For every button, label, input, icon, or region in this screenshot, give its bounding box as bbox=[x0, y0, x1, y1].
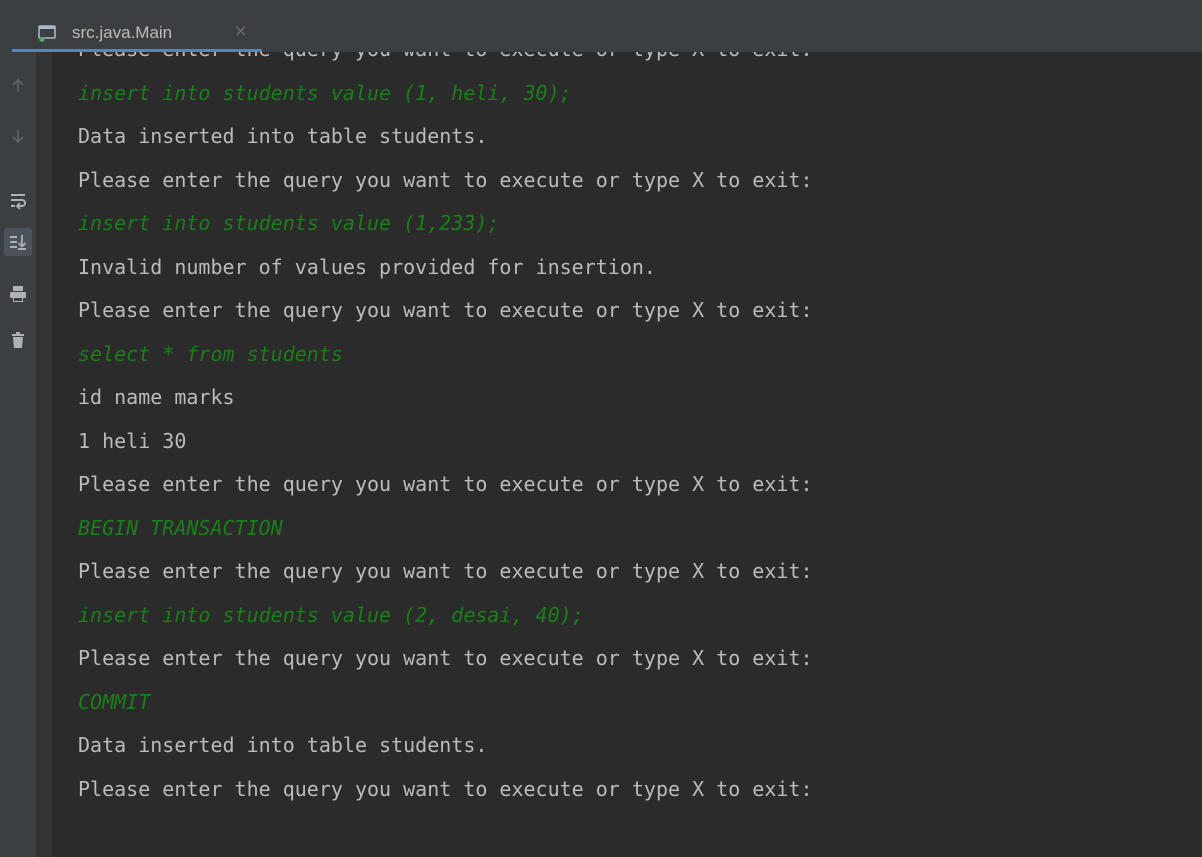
console-output-line: id name marks bbox=[78, 385, 235, 409]
tab-run-main[interactable]: src.java.Main × bbox=[12, 14, 262, 52]
scroll-to-end-icon[interactable] bbox=[4, 228, 32, 256]
console-output-line: Please enter the query you want to execu… bbox=[78, 559, 813, 583]
console-input-line: BEGIN TRANSACTION bbox=[78, 515, 283, 540]
console-input-line: select * from students bbox=[78, 341, 343, 366]
console-output-line: Invalid number of values provided for in… bbox=[78, 254, 656, 279]
trash-icon[interactable] bbox=[4, 326, 32, 354]
console-input-line: insert into students value (2, desai, 40… bbox=[78, 602, 584, 627]
down-arrow-icon[interactable] bbox=[4, 122, 32, 150]
console-output-line: Please enter the query you want to execu… bbox=[78, 776, 813, 801]
console-input-line: COMMIT bbox=[78, 689, 151, 714]
run-console-window: src.java.Main × insert into students val… bbox=[0, 0, 1202, 857]
tab-title: src.java.Main bbox=[72, 23, 173, 42]
console-output-line: 1 heli 30 bbox=[78, 428, 187, 453]
console-output-line: Please enter the query you want to execu… bbox=[78, 52, 813, 61]
tab-bar: src.java.Main × bbox=[0, 0, 1202, 52]
console-output[interactable]: Please enter the query you want to execu… bbox=[52, 52, 1202, 857]
print-icon[interactable] bbox=[4, 280, 32, 308]
soft-wrap-icon[interactable] bbox=[4, 186, 32, 214]
console-output-line: Please enter the query you want to execu… bbox=[78, 298, 813, 322]
console-output-line: Data inserted into table students. bbox=[78, 124, 488, 148]
console-output-line: Data inserted into table students. bbox=[78, 733, 488, 757]
console-input-line: insert into students value (1, heli, 30)… bbox=[78, 80, 572, 105]
console-output-line: Please enter the query you want to execu… bbox=[78, 472, 813, 496]
up-arrow-icon[interactable] bbox=[4, 72, 32, 100]
close-icon[interactable]: × bbox=[234, 22, 247, 40]
console-output-line: Please enter the query you want to execu… bbox=[78, 167, 813, 192]
console-gutter bbox=[36, 52, 52, 857]
console-input-line: insert into students value (1,233); bbox=[78, 211, 500, 235]
console-toolbar bbox=[0, 52, 36, 857]
console-window-icon bbox=[38, 25, 56, 42]
console-output-line: Please enter the query you want to execu… bbox=[78, 646, 813, 670]
